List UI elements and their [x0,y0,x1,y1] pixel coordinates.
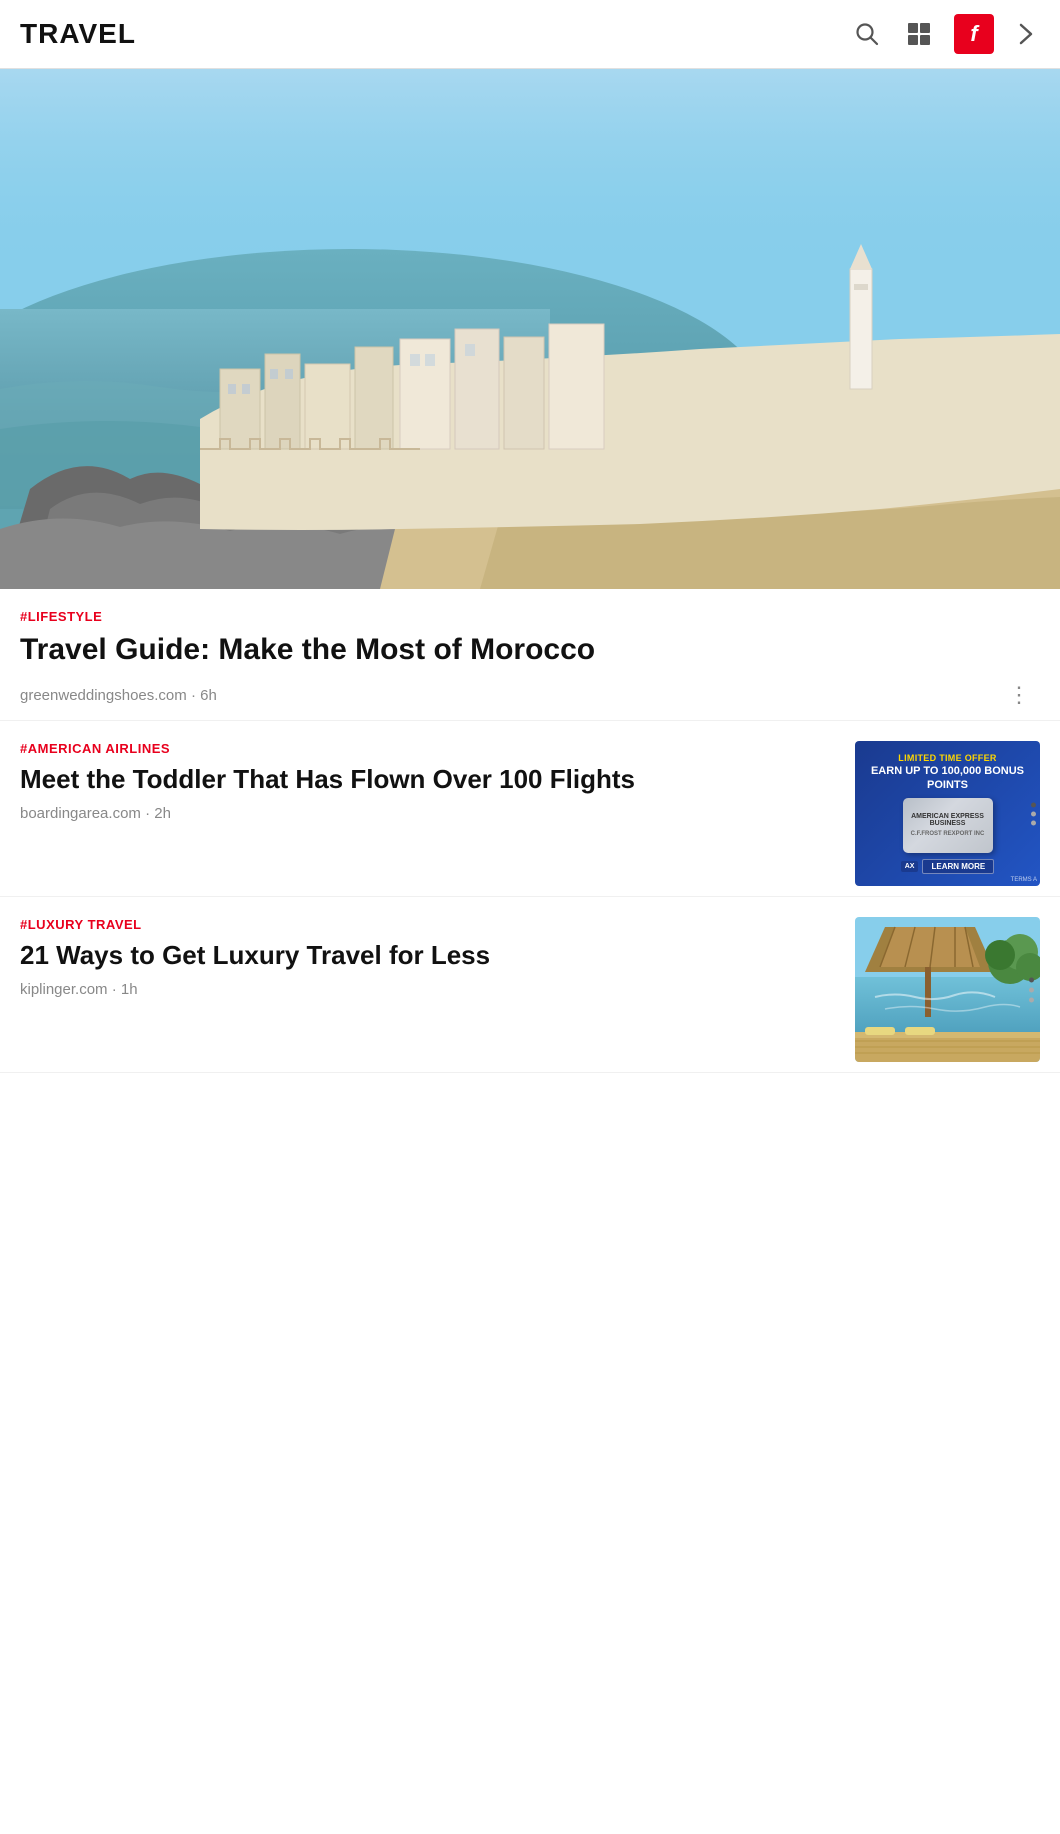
search-button[interactable] [850,17,884,51]
ad-dots-indicator [1031,802,1036,825]
article-meta: greenweddingshoes.com · 6h ⋮ [20,680,1040,710]
article-luxury-travel[interactable]: #LUXURY TRAVEL 21 Ways to Get Luxury Tra… [0,897,1060,1073]
category-hash: # [20,609,28,624]
article-category: #LIFESTYLE [20,609,1040,624]
page-title: TRAVEL [20,18,136,50]
category-hash: # [20,741,28,756]
dot-3 [1029,997,1034,1002]
dot-2 [1031,811,1036,816]
article-toddler[interactable]: #AMERICAN AIRLINES Meet the Toddler That… [0,721,1060,897]
amex-card: AMERICAN EXPRESS BUSINESS C.F.FROST REXP… [903,798,993,853]
article-content: #AMERICAN AIRLINES Meet the Toddler That… [20,741,839,822]
article-category: #AMERICAN AIRLINES [20,741,839,756]
article-thumbnail-ad[interactable]: LIMITED TIME OFFER EARN UP TO 100,000 BO… [855,741,1040,886]
more-options-button[interactable]: ⋮ [1000,680,1040,710]
ad-top-text: LIMITED TIME OFFER [898,753,996,763]
amex-logo-row: AX LEARN MORE [901,859,995,874]
luxury-pool-image [855,917,1040,1062]
article-title: Meet the Toddler That Has Flown Over 100… [20,764,839,795]
chevron-right-button[interactable] [1012,17,1040,51]
luxury-dots-indicator [1029,977,1034,1002]
card-line2: BUSINESS [911,820,985,827]
dot-3 [1031,820,1036,825]
chevron-right-icon [1016,21,1036,47]
flipboard-logo: f [970,21,977,47]
article-source: kiplinger.com · 1h [20,981,138,998]
article-category: #LUXURY TRAVEL [20,917,839,932]
dot-2 [1029,987,1034,992]
learn-more-btn[interactable]: LEARN MORE [922,859,994,874]
article-morocco[interactable]: #LIFESTYLE Travel Guide: Make the Most o… [0,589,1060,721]
grid-view-button[interactable] [902,17,936,51]
ad-terms: TERMS A [1011,877,1037,883]
header-actions: f [850,14,1040,54]
article-source: greenweddingshoes.com · 6h [20,687,217,704]
dot-1 [1029,977,1034,982]
amex-logo: AX [901,861,919,872]
app-header: TRAVEL f [0,0,1060,69]
card-name: C.F.FROST REXPORT INC [911,831,985,837]
article-title: 21 Ways to Get Luxury Travel for Less [20,940,839,971]
ad-headline: EARN UP TO 100,000 BONUS POINTS [865,765,1030,791]
article-content: #LUXURY TRAVEL 21 Ways to Get Luxury Tra… [20,917,839,998]
article-meta: boardingarea.com · 2h [20,805,839,822]
flipboard-button[interactable]: f [954,14,994,54]
article-meta: kiplinger.com · 1h [20,981,839,998]
hero-image[interactable] [0,69,1060,589]
grid-icon [906,21,932,47]
article-thumbnail-luxury[interactable] [855,917,1040,1062]
article-title: Travel Guide: Make the Most of Morocco [20,632,1040,668]
search-icon [854,21,880,47]
article-source: boardingarea.com · 2h [20,805,171,822]
category-hash: # [20,917,28,932]
hero-scene-svg [0,69,1060,589]
card-line1: AMERICAN EXPRESS [911,813,985,820]
dot-1 [1031,802,1036,807]
